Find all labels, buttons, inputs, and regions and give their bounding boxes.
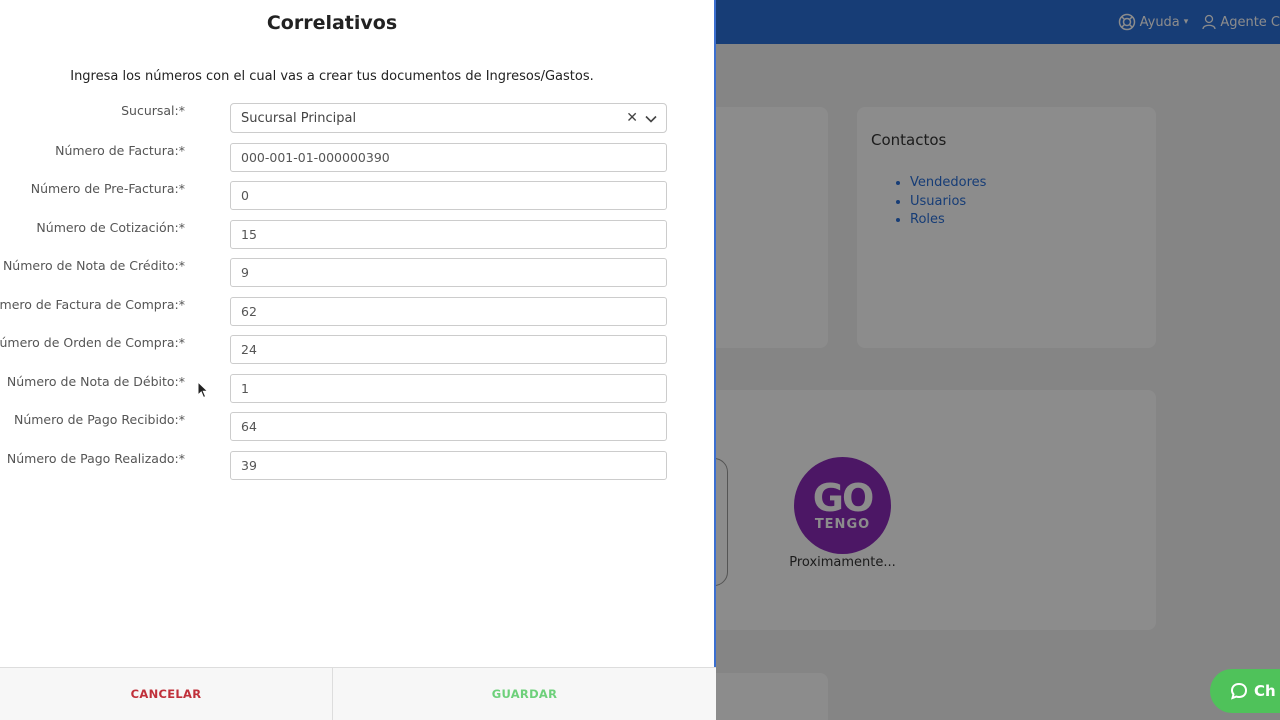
payment-made-number-input[interactable] [230, 451, 667, 480]
field-row-factura-compra: Número de Factura de Compra:* [0, 297, 700, 327]
modal-footer: CANCELAR GUARDAR [0, 667, 716, 720]
field-row-nota-credito: Número de Nota de Crédito:* [0, 258, 700, 288]
field-label-nota-debito: Número de Nota de Débito:* [6, 374, 185, 389]
field-label-pago-recibido: Número de Pago Recibido:* [13, 412, 185, 427]
branch-label: Sucursal:* [121, 103, 185, 118]
debit-note-number-input[interactable] [230, 374, 667, 403]
mouse-pointer-icon [197, 381, 209, 399]
payment-received-number-input[interactable] [230, 412, 667, 441]
chat-bubble-icon [1230, 682, 1248, 700]
cancel-button[interactable]: CANCELAR [0, 668, 333, 720]
branch-row: Sucursal:* Sucursal Principal ✕ [0, 103, 700, 133]
chevron-down-icon[interactable] [644, 112, 658, 126]
pre-invoice-number-input[interactable] [230, 181, 667, 210]
field-label-orden-compra: Número de Orden de Compra:* [0, 335, 185, 350]
save-button[interactable]: GUARDAR [333, 668, 716, 720]
field-label-factura: Número de Factura:* [55, 143, 185, 158]
purchase-invoice-number-input[interactable] [230, 297, 667, 326]
field-label-factura-compra: Número de Factura de Compra:* [0, 297, 185, 312]
invoice-number-input[interactable] [230, 143, 667, 172]
correlativos-modal: Correlativos Ingresa los números con el … [0, 0, 716, 720]
branch-select-value: Sucursal Principal [241, 110, 357, 126]
field-row-pago-realizado: Número de Pago Realizado:* [0, 451, 700, 481]
field-row-pago-recibido: Número de Pago Recibido:* [0, 412, 700, 442]
purchase-order-number-input[interactable] [230, 335, 667, 364]
credit-note-number-input[interactable] [230, 258, 667, 287]
field-label-nota-credito: Número de Nota de Crédito:* [2, 258, 185, 273]
field-row-prefactura: Número de Pre-Factura:* [0, 181, 700, 211]
chat-label: Ch [1254, 682, 1276, 700]
field-label-cotizacion: Número de Cotización:* [36, 220, 185, 235]
branch-select[interactable]: Sucursal Principal ✕ [230, 103, 667, 133]
field-row-orden-compra: Número de Orden de Compra:* [0, 335, 700, 365]
field-row-cotizacion: Número de Cotización:* [0, 220, 700, 250]
quote-number-input[interactable] [230, 220, 667, 249]
chat-button[interactable]: Ch [1210, 669, 1280, 713]
field-row-factura: Número de Factura:* [0, 143, 700, 173]
field-label-prefactura: Número de Pre-Factura:* [30, 181, 185, 196]
modal-title: Correlativos [266, 12, 398, 34]
field-row-nota-debito: Número de Nota de Débito:* [0, 374, 700, 404]
field-label-pago-realizado: Número de Pago Realizado:* [6, 451, 185, 466]
modal-intro: Ingresa los números con el cual vas a cr… [70, 69, 594, 84]
clear-icon[interactable]: ✕ [626, 110, 638, 126]
